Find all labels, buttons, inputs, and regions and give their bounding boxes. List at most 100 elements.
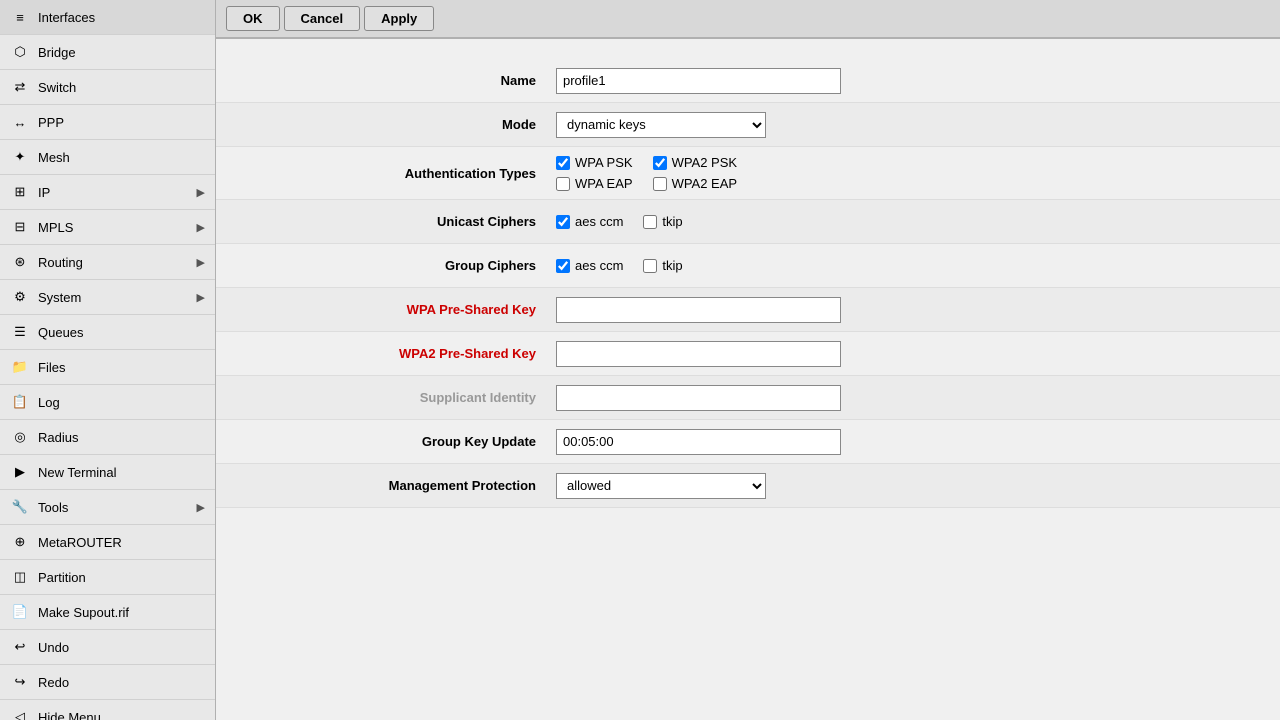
gc-gc-tkip-item[interactable]: tkip: [643, 258, 682, 273]
files-icon: 📁: [10, 357, 30, 377]
unicast-ciphers-control: aes ccm tkip: [556, 214, 1056, 229]
unicast-ciphers-group: aes ccm tkip: [556, 214, 1056, 229]
sidebar-item-files[interactable]: 📁 Files: [0, 350, 215, 385]
sidebar-label-queues: Queues: [38, 325, 205, 340]
sidebar-label-ip: IP: [38, 185, 197, 200]
auth-wpa2-psk-checkbox[interactable]: [653, 156, 667, 170]
supplicant-row: Supplicant Identity: [216, 376, 1280, 420]
wpa2-psk-row: WPA2 Pre-Shared Key: [216, 332, 1280, 376]
gc-gc-aes-label: aes ccm: [575, 258, 623, 273]
sidebar-item-tools[interactable]: 🔧 Tools ▶: [0, 490, 215, 525]
uc-uc-aes-item[interactable]: aes ccm: [556, 214, 623, 229]
new-terminal-icon: ▶: [10, 462, 30, 482]
uc-uc-aes-checkbox[interactable]: [556, 215, 570, 229]
toolbar: OK Cancel Apply: [216, 0, 1280, 39]
gc-gc-aes-item[interactable]: aes ccm: [556, 258, 623, 273]
make-supout-icon: 📄: [10, 602, 30, 622]
group-key-input[interactable]: [556, 429, 841, 455]
tools-icon: 🔧: [10, 497, 30, 517]
sidebar-item-queues[interactable]: ☰ Queues: [0, 315, 215, 350]
sidebar-item-bridge[interactable]: ⬡ Bridge: [0, 35, 215, 70]
wpa-psk-input[interactable]: [556, 297, 841, 323]
name-label: Name: [236, 73, 556, 88]
queues-icon: ☰: [10, 322, 30, 342]
auth-wpa-psk-item[interactable]: WPA PSK: [556, 155, 633, 170]
wpa2-psk-input[interactable]: [556, 341, 841, 367]
system-icon: ⚙: [10, 287, 30, 307]
sidebar-item-routing[interactable]: ⊛ Routing ▶: [0, 245, 215, 280]
gc-gc-aes-checkbox[interactable]: [556, 259, 570, 273]
gc-gc-tkip-label: tkip: [662, 258, 682, 273]
group-ciphers-row: Group Ciphers aes ccm tkip: [216, 244, 1280, 288]
group-ciphers-label: Group Ciphers: [236, 258, 556, 273]
sidebar-item-radius[interactable]: ◎ Radius: [0, 420, 215, 455]
sidebar-label-routing: Routing: [38, 255, 197, 270]
wpa2-psk-label: WPA2 Pre-Shared Key: [236, 346, 556, 361]
supplicant-input[interactable]: [556, 385, 841, 411]
sidebar-item-make-supout[interactable]: 📄 Make Supout.rif: [0, 595, 215, 630]
arrow-icon: ▶: [197, 221, 205, 234]
mode-select[interactable]: dynamic keysstatic keysnone: [556, 112, 766, 138]
mgmt-protection-label: Management Protection: [236, 478, 556, 493]
sidebar-item-system[interactable]: ⚙ System ▶: [0, 280, 215, 315]
auth-wpa2-eap-checkbox[interactable]: [653, 177, 667, 191]
sidebar-item-partition[interactable]: ◫ Partition: [0, 560, 215, 595]
sidebar-label-redo: Redo: [38, 675, 205, 690]
sidebar-label-interfaces: Interfaces: [38, 10, 205, 25]
auth-wpa2-psk-item[interactable]: WPA2 PSK: [653, 155, 738, 170]
supplicant-label: Supplicant Identity: [236, 390, 556, 405]
auth-wpa-psk-checkbox[interactable]: [556, 156, 570, 170]
gc-gc-tkip-checkbox[interactable]: [643, 259, 657, 273]
sidebar-item-mpls[interactable]: ⊟ MPLS ▶: [0, 210, 215, 245]
mgmt-protection-select[interactable]: allowedrequireddisabled: [556, 473, 766, 499]
cancel-button[interactable]: Cancel: [284, 6, 361, 31]
routing-icon: ⊛: [10, 252, 30, 272]
ok-button[interactable]: OK: [226, 6, 280, 31]
name-row: Name: [216, 59, 1280, 103]
sidebar-item-interfaces[interactable]: ≡ Interfaces: [0, 0, 215, 35]
sidebar-label-switch: Switch: [38, 80, 205, 95]
sidebar-item-ppp[interactable]: ↔ PPP: [0, 105, 215, 140]
sidebar-item-mesh[interactable]: ✦ Mesh: [0, 140, 215, 175]
sidebar-label-tools: Tools: [38, 500, 197, 515]
sidebar-item-ip[interactable]: ⊞ IP ▶: [0, 175, 215, 210]
name-input[interactable]: [556, 68, 841, 94]
sidebar-label-ppp: PPP: [38, 115, 205, 130]
sidebar-item-undo[interactable]: ↩ Undo: [0, 630, 215, 665]
sidebar-item-hide-menu[interactable]: ◁ Hide Menu: [0, 700, 215, 720]
sidebar-label-new-terminal: New Terminal: [38, 465, 205, 480]
ip-icon: ⊞: [10, 182, 30, 202]
interfaces-icon: ≡: [10, 7, 30, 27]
mode-row: Mode dynamic keysstatic keysnone: [216, 103, 1280, 147]
sidebar-item-log[interactable]: 📋 Log: [0, 385, 215, 420]
auth-wpa-eap-label: WPA EAP: [575, 176, 633, 191]
uc-uc-aes-label: aes ccm: [575, 214, 623, 229]
unicast-ciphers-label: Unicast Ciphers: [236, 214, 556, 229]
auth-wpa2-psk-label: WPA2 PSK: [672, 155, 738, 170]
hide-menu-icon: ◁: [10, 707, 30, 720]
auth-wpa2-eap-label: WPA2 EAP: [672, 176, 738, 191]
uc-uc-tkip-checkbox[interactable]: [643, 215, 657, 229]
arrow-icon: ▶: [197, 501, 205, 514]
group-key-label: Group Key Update: [236, 434, 556, 449]
sidebar-item-new-terminal[interactable]: ▶ New Terminal: [0, 455, 215, 490]
sidebar-item-switch[interactable]: ⇄ Switch: [0, 70, 215, 105]
mode-label: Mode: [236, 117, 556, 132]
sidebar-label-radius: Radius: [38, 430, 205, 445]
sidebar-label-hide-menu: Hide Menu: [38, 710, 205, 720]
apply-button[interactable]: Apply: [364, 6, 434, 31]
auth-wpa2-eap-item[interactable]: WPA2 EAP: [653, 176, 738, 191]
uc-uc-tkip-item[interactable]: tkip: [643, 214, 682, 229]
wpa-psk-label: WPA Pre-Shared Key: [236, 302, 556, 317]
auth-wpa-eap-checkbox[interactable]: [556, 177, 570, 191]
ppp-icon: ↔: [10, 112, 30, 132]
sidebar-label-log: Log: [38, 395, 205, 410]
mgmt-protection-control: allowedrequireddisabled: [556, 473, 1056, 499]
mpls-icon: ⊟: [10, 217, 30, 237]
switch-icon: ⇄: [10, 77, 30, 97]
sidebar-item-redo[interactable]: ↪ Redo: [0, 665, 215, 700]
auth-wpa-eap-item[interactable]: WPA EAP: [556, 176, 633, 191]
sidebar-item-metarouter[interactable]: ⊕ MetaROUTER: [0, 525, 215, 560]
auth-types-row: Authentication Types WPA PSKWPA2 PSKWPA …: [216, 147, 1280, 200]
sidebar: ≡ Interfaces ⬡ Bridge ⇄ Switch ↔ PPP ✦ M…: [0, 0, 216, 720]
